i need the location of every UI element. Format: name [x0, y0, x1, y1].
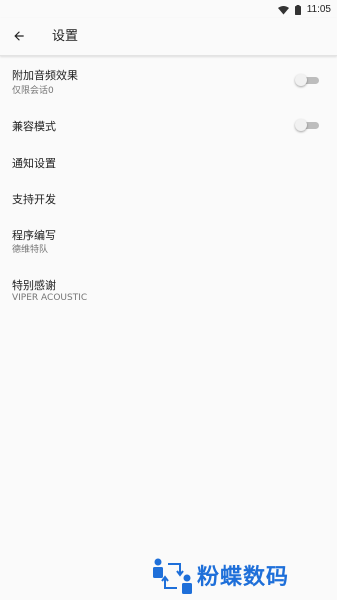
battery-icon	[294, 0, 301, 19]
page-title: 设置	[52, 29, 79, 44]
watermark-text: 粉蝶数码	[197, 565, 290, 590]
status-bar: 11:05	[0, 0, 337, 18]
arrow-back-icon	[12, 28, 26, 47]
setting-title: 特别感谢	[12, 279, 56, 292]
back-button[interactable]	[8, 26, 30, 48]
setting-title: 兼容模式	[12, 120, 56, 133]
setting-title: 支持开发	[12, 193, 56, 206]
switch-thumb	[295, 74, 307, 86]
setting-special-thanks[interactable]: 特别感谢 VIPER ACOUSTIC	[0, 273, 337, 309]
setting-summary: VIPER ACOUSTIC	[12, 293, 88, 303]
switch-thumb	[295, 119, 307, 131]
status-time: 11:05	[306, 3, 331, 15]
wifi-icon	[277, 0, 289, 19]
watermark: 粉蝶数码	[150, 556, 325, 594]
setting-notification[interactable]: 通知设置	[0, 147, 337, 177]
setting-support-development[interactable]: 支持开发	[0, 183, 337, 213]
setting-summary: 仅限会话0	[12, 86, 54, 96]
setting-title: 附加音频效果	[12, 69, 78, 82]
toolbar: 设置	[0, 18, 337, 56]
audio-effects-switch[interactable]	[295, 74, 319, 86]
setting-title: 通知设置	[12, 157, 56, 170]
setting-compatibility-mode[interactable]: 兼容模式	[0, 109, 337, 139]
compatibility-mode-switch[interactable]	[295, 119, 319, 131]
setting-program-author[interactable]: 程序编写 德维特队	[0, 223, 337, 259]
watermark-logo-icon	[153, 558, 192, 594]
setting-title: 程序编写	[12, 229, 56, 242]
setting-additional-audio-effects[interactable]: 附加音频效果 仅限会话0	[0, 63, 337, 99]
setting-summary: 德维特队	[12, 245, 49, 255]
